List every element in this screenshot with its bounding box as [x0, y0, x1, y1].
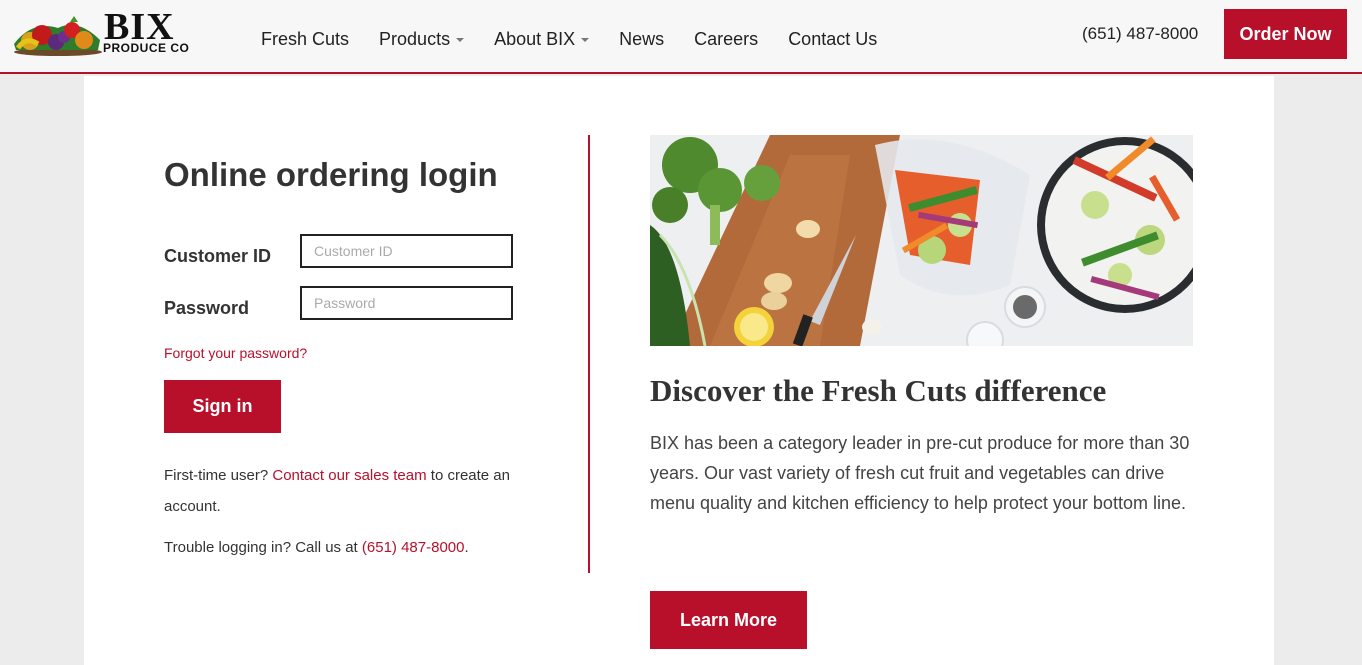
caret-down-icon: [581, 38, 590, 42]
nav-item-about-bix[interactable]: About BIX: [494, 27, 590, 51]
password-input[interactable]: [300, 286, 513, 320]
logo-subtitle: PRODUCE CO: [103, 41, 190, 55]
main-panel: Online ordering login Customer ID Passwo…: [84, 76, 1274, 665]
trouble-logging-in-text: Trouble logging in? Call us at (651) 487…: [164, 532, 544, 563]
promo-body: BIX has been a category leader in pre-cu…: [650, 433, 1190, 513]
header-phone-link[interactable]: (651) 487-8000: [1082, 23, 1198, 45]
support-phone-link[interactable]: (651) 487-8000: [362, 539, 465, 556]
order-now-button[interactable]: Order Now: [1224, 9, 1347, 59]
nav-label: Fresh Cuts: [261, 29, 350, 49]
first-time-prefix: First-time user?: [164, 467, 273, 484]
column-divider: [588, 135, 590, 573]
nav-item-careers[interactable]: Careers: [694, 27, 758, 51]
first-time-user-text: First-time user? Contact our sales team …: [164, 460, 544, 522]
customer-id-input[interactable]: [300, 234, 513, 268]
password-label: Password: [164, 298, 250, 318]
trouble-suffix: .: [464, 539, 469, 556]
nav-label: About BIX: [494, 29, 576, 49]
nav-label: Contact Us: [788, 29, 878, 49]
site-header: BIX PRODUCE CO Fresh Cuts Products About…: [0, 0, 1362, 74]
customer-id-label: Customer ID: [164, 246, 272, 266]
vegetables-image: [650, 135, 1193, 346]
nav-item-fresh-cuts[interactable]: Fresh Cuts: [261, 27, 349, 51]
sign-in-button[interactable]: Sign in: [164, 380, 281, 433]
main-nav: Fresh Cuts Products About BIX News Caree…: [261, 27, 907, 51]
contact-sales-link[interactable]: Contact our sales team: [272, 467, 426, 484]
bix-logo[interactable]: BIX PRODUCE CO: [12, 6, 217, 58]
caret-down-icon: [456, 38, 465, 42]
nav-item-news[interactable]: News: [619, 27, 664, 51]
nav-label: Careers: [694, 29, 759, 49]
fruit-basket-icon: [14, 16, 102, 56]
nav-item-products[interactable]: Products: [379, 27, 465, 51]
trouble-prefix: Trouble logging in? Call us at: [164, 539, 362, 556]
forgot-password-link[interactable]: Forgot your password?: [164, 344, 307, 362]
nav-label: News: [619, 29, 665, 49]
logo-wordmark: BIX: [104, 6, 175, 48]
promo-title: Discover the Fresh Cuts difference: [650, 373, 1107, 408]
nav-item-contact-us[interactable]: Contact Us: [788, 27, 877, 51]
login-title: Online ordering login: [164, 156, 498, 193]
nav-label: Products: [379, 29, 451, 49]
learn-more-button[interactable]: Learn More: [650, 591, 807, 649]
